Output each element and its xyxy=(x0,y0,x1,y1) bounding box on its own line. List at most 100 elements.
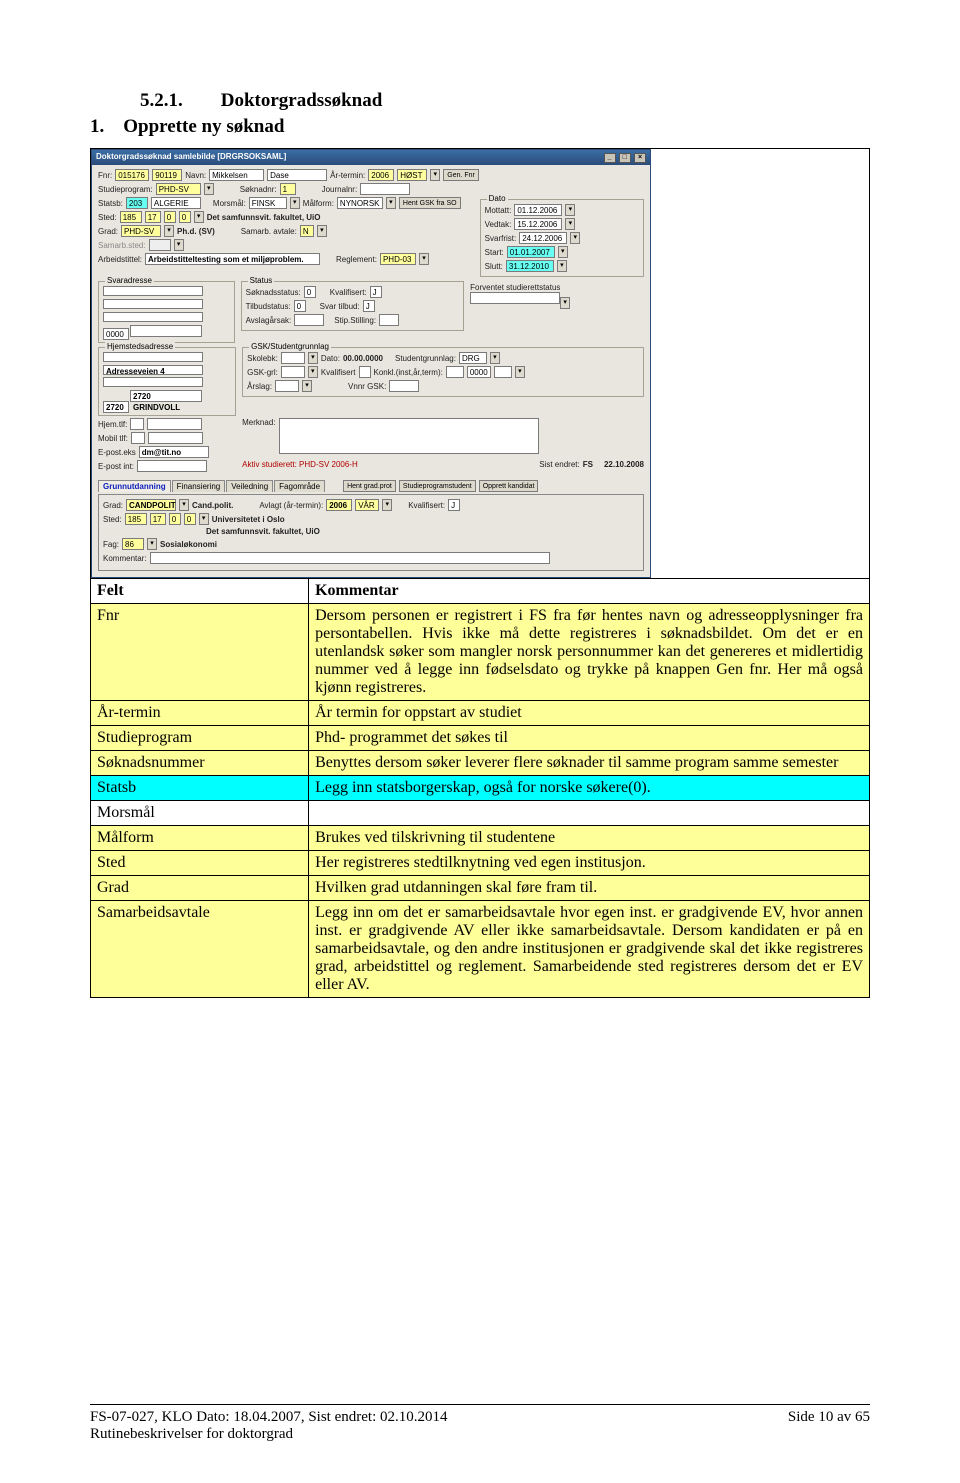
navn-input-2[interactable]: Dase xyxy=(267,169,327,181)
hent-gsk-button[interactable]: Hent GSK fra SO xyxy=(399,197,461,209)
tilbudstatus-input[interactable]: 0 xyxy=(294,300,306,312)
svaradresse-code[interactable]: 0000 xyxy=(103,328,129,340)
chevron-down-icon[interactable]: ▾ xyxy=(308,352,318,364)
soknadnr-input[interactable]: 1 xyxy=(280,183,296,195)
konkl-ar-input[interactable]: 0000 xyxy=(467,366,491,378)
chevron-down-icon[interactable]: ▾ xyxy=(382,499,392,511)
epostekst-input[interactable]: dm@tit.no xyxy=(139,446,209,458)
hjemtlf-input[interactable] xyxy=(147,418,202,430)
chevron-down-icon[interactable]: ▾ xyxy=(557,260,567,272)
chevron-down-icon[interactable]: ▾ xyxy=(565,218,575,230)
gsk-kvalifisert-input[interactable] xyxy=(359,366,371,378)
maximize-icon[interactable]: □ xyxy=(619,153,631,163)
sted-input-2[interactable]: 17 xyxy=(145,211,161,223)
grad-input[interactable]: PHD-SV xyxy=(121,225,161,237)
stipstilling-input[interactable] xyxy=(379,314,399,326)
chevron-down-icon[interactable]: ▾ xyxy=(194,211,204,223)
svaradresse-city[interactable] xyxy=(130,325,202,337)
fnr-input-1[interactable]: 015176 xyxy=(115,169,149,181)
chevron-down-icon[interactable]: ▾ xyxy=(515,366,525,378)
morsmal-input[interactable]: FINSK xyxy=(249,197,287,209)
gu-sted-3[interactable]: 0 xyxy=(169,513,181,525)
opprett-kandidat-button[interactable]: Opprett kandidat xyxy=(479,480,539,492)
hjemsted-adresse[interactable]: Adresseveien 4 xyxy=(103,365,203,375)
gu-sted-2[interactable]: 17 xyxy=(150,513,166,525)
chevron-down-icon[interactable]: ▾ xyxy=(565,204,575,216)
chevron-down-icon[interactable]: ▾ xyxy=(204,183,214,195)
hent-gradprot-button[interactable]: Hent grad.prot xyxy=(343,480,396,492)
chevron-down-icon[interactable]: ▾ xyxy=(199,513,209,525)
hjemsted-postnr[interactable]: 2720 xyxy=(103,401,129,413)
soknadstatus-input[interactable]: 0 xyxy=(304,286,316,298)
tab-finansiering[interactable]: Finansiering xyxy=(172,480,226,492)
gu-avlagt-ar[interactable]: 2006 xyxy=(326,499,352,511)
sted-input-3[interactable]: 0 xyxy=(164,211,176,223)
chevron-down-icon[interactable]: ▾ xyxy=(308,366,318,378)
svaradresse-line[interactable] xyxy=(103,299,203,309)
chevron-down-icon[interactable]: ▾ xyxy=(386,197,396,209)
mottatt-input[interactable]: 01.12.2006 xyxy=(514,204,562,216)
chevron-down-icon[interactable]: ▾ xyxy=(302,380,312,392)
start-input[interactable]: 01.01.2007 xyxy=(507,246,555,258)
malform-input[interactable]: NYNORSK xyxy=(337,197,383,209)
reglement-input[interactable]: PHD-03 xyxy=(380,253,416,265)
sted-input-4[interactable]: 0 xyxy=(179,211,191,223)
tab-fagomrade[interactable]: Fagområde xyxy=(274,480,325,492)
kvalifisert-input[interactable]: J xyxy=(370,286,382,298)
mobil-cc[interactable] xyxy=(131,432,145,444)
gu-sted-1[interactable]: 185 xyxy=(125,513,147,525)
statsb-text-input[interactable]: ALGERIE xyxy=(151,197,201,209)
hjemsted-line[interactable] xyxy=(103,377,203,387)
chevron-down-icon[interactable]: ▾ xyxy=(317,225,327,237)
epostint-input[interactable] xyxy=(137,460,207,472)
minimize-icon[interactable]: _ xyxy=(604,153,616,163)
merknad-input[interactable] xyxy=(279,418,539,454)
tab-veiledning[interactable]: Veiledning xyxy=(226,480,273,492)
konkl-inst-input[interactable] xyxy=(446,366,464,378)
svaradresse-line[interactable] xyxy=(103,312,203,322)
chevron-down-icon[interactable]: ▾ xyxy=(179,499,189,511)
skolebk-input[interactable] xyxy=(281,352,305,364)
vnnrgsk-input[interactable] xyxy=(389,380,419,392)
chevron-down-icon[interactable]: ▾ xyxy=(419,253,429,265)
gu-sted-4[interactable]: 0 xyxy=(184,513,196,525)
gu-fag-code[interactable]: 86 xyxy=(122,538,144,550)
termin-input[interactable]: HØST xyxy=(397,169,427,181)
ar-input[interactable]: 2006 xyxy=(368,169,394,181)
studieprogramstudent-button[interactable]: Studieprogramstudent xyxy=(399,480,476,492)
studgrunn-input[interactable]: DRG xyxy=(459,352,487,364)
svartilbud-input[interactable]: J xyxy=(363,300,375,312)
mobil-input[interactable] xyxy=(148,432,203,444)
statsb-code-input[interactable]: 203 xyxy=(126,197,148,209)
sted-input-1[interactable]: 185 xyxy=(120,211,142,223)
forventet-input[interactable] xyxy=(470,292,560,304)
vedtak-input[interactable]: 15.12.2006 xyxy=(514,218,562,230)
gu-kommentar-input[interactable] xyxy=(150,552,550,564)
avslag-input[interactable] xyxy=(294,314,324,326)
journalnr-input[interactable] xyxy=(360,183,410,195)
konkl-term-input[interactable] xyxy=(494,366,512,378)
navn-input-1[interactable]: Mikkelsen xyxy=(209,169,264,181)
fnr-input-2[interactable]: 90119 xyxy=(152,169,182,181)
arslag-input[interactable] xyxy=(275,380,299,392)
svarfrist-input[interactable]: 24.12.2006 xyxy=(519,232,567,244)
hjemtlf-cc[interactable] xyxy=(130,418,144,430)
hjemsted-poststed[interactable]: 2720 GRINDVOLL xyxy=(130,390,202,402)
hjemsted-line[interactable] xyxy=(103,352,203,362)
samarb-input[interactable]: N xyxy=(300,225,314,237)
chevron-down-icon[interactable]: ▾ xyxy=(490,352,500,364)
chevron-down-icon[interactable]: ▾ xyxy=(570,232,580,244)
slutt-input[interactable]: 31.12.2010 xyxy=(506,260,554,272)
svaradresse-line[interactable] xyxy=(103,286,203,296)
gu-grad-input[interactable]: CANDPOLIT xyxy=(126,499,176,511)
chevron-down-icon[interactable]: ▾ xyxy=(430,169,440,181)
chevron-down-icon[interactable]: ▾ xyxy=(147,538,157,550)
tab-grunnutdanning[interactable]: Grunnutdanning xyxy=(98,480,171,492)
chevron-down-icon[interactable]: ▾ xyxy=(290,197,300,209)
close-icon[interactable]: × xyxy=(634,153,646,163)
chevron-down-icon[interactable]: ▾ xyxy=(164,225,174,237)
arbeidstittel-input[interactable]: Arbeidstitteltesting som et miljøproblem… xyxy=(145,253,320,265)
gskgrl-input[interactable] xyxy=(281,366,305,378)
gu-avlagt-term[interactable]: VÅR xyxy=(355,499,379,511)
chevron-down-icon[interactable]: ▾ xyxy=(558,246,568,258)
